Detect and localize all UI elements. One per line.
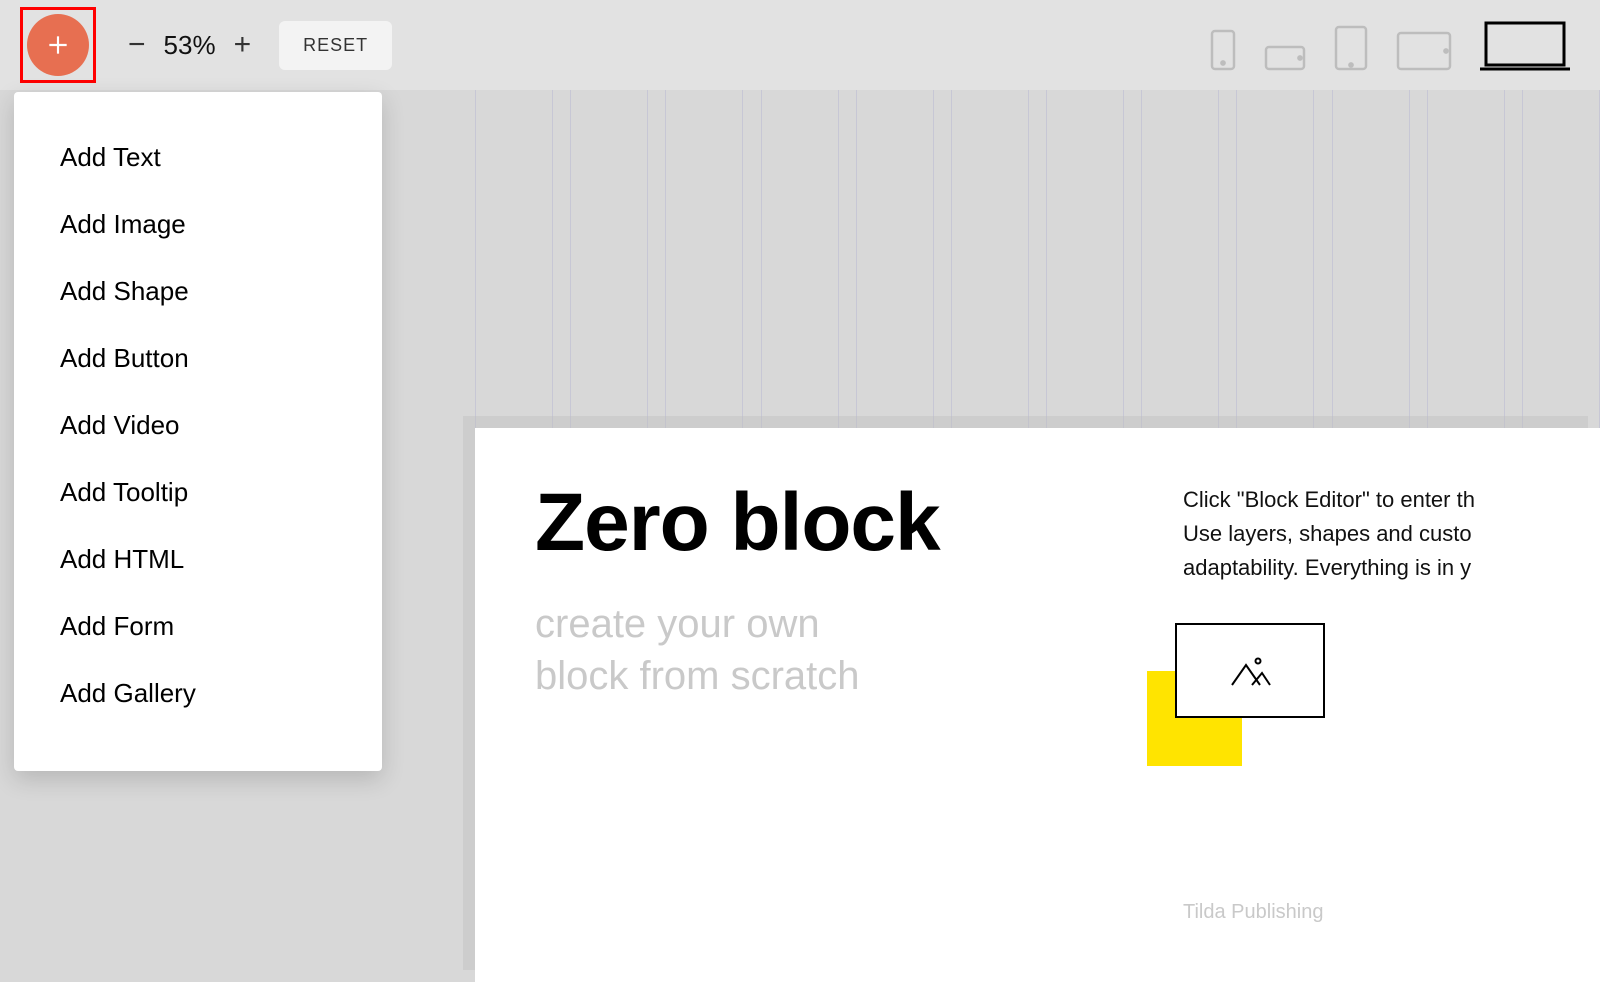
device-tablet-landscape[interactable]: [1396, 31, 1452, 71]
menu-item-add-form[interactable]: Add Form: [14, 593, 382, 660]
menu-item-add-video[interactable]: Add Video: [14, 392, 382, 459]
zoom-in-button[interactable]: +: [234, 30, 252, 60]
phone-landscape-icon: [1264, 45, 1306, 71]
plus-icon: [45, 32, 71, 58]
desc-line-3: adaptability. Everything is in y: [1183, 551, 1475, 585]
menu-item-add-html[interactable]: Add HTML: [14, 526, 382, 593]
block-description[interactable]: Click "Block Editor" to enter th Use lay…: [1183, 483, 1475, 585]
reset-button[interactable]: RESET: [279, 21, 392, 70]
top-toolbar: − 53% + RESET: [0, 0, 1600, 90]
block-caption[interactable]: Tilda Publishing: [1183, 901, 1323, 924]
device-tablet-portrait[interactable]: [1334, 25, 1368, 71]
zoom-value: 53%: [164, 30, 216, 61]
add-button-highlight: [20, 7, 96, 83]
desc-line-1: Click "Block Editor" to enter th: [1183, 483, 1475, 517]
block-subtitle[interactable]: create your own block from scratch: [535, 598, 1540, 702]
image-icon: [1228, 653, 1272, 689]
add-button[interactable]: [27, 14, 89, 76]
zoom-controls: − 53% +: [128, 30, 251, 61]
zoom-out-button[interactable]: −: [128, 30, 146, 60]
desc-line-2: Use layers, shapes and custo: [1183, 517, 1475, 551]
subtitle-line-1: create your own: [535, 598, 1540, 650]
device-phone-portrait[interactable]: [1210, 29, 1236, 71]
tablet-landscape-icon: [1396, 31, 1452, 71]
add-menu: Add Text Add Image Add Shape Add Button …: [14, 92, 382, 771]
image-frame: [1175, 623, 1325, 718]
zero-block-card: Zero block create your own block from sc…: [475, 428, 1600, 982]
phone-portrait-icon: [1210, 29, 1236, 71]
menu-item-add-tooltip[interactable]: Add Tooltip: [14, 459, 382, 526]
menu-item-add-shape[interactable]: Add Shape: [14, 258, 382, 325]
menu-item-add-text[interactable]: Add Text: [14, 124, 382, 191]
desktop-icon: [1480, 19, 1570, 71]
canvas[interactable]: Zero block create your own block from sc…: [475, 428, 1600, 982]
tablet-portrait-icon: [1334, 25, 1368, 71]
subtitle-line-2: block from scratch: [535, 650, 1540, 702]
menu-item-add-image[interactable]: Add Image: [14, 191, 382, 258]
device-phone-landscape[interactable]: [1264, 45, 1306, 71]
image-placeholder-group[interactable]: [1175, 623, 1325, 718]
menu-item-add-gallery[interactable]: Add Gallery: [14, 660, 382, 727]
device-desktop[interactable]: [1480, 19, 1570, 71]
menu-item-add-button[interactable]: Add Button: [14, 325, 382, 392]
device-switcher: [1210, 19, 1580, 71]
